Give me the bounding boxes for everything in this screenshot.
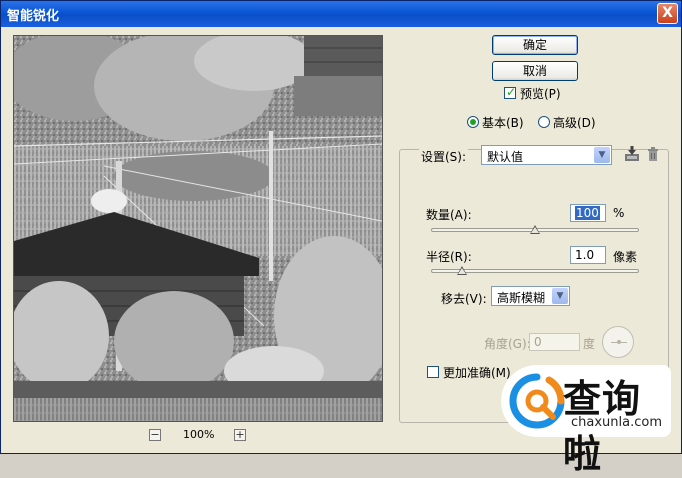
close-icon: X — [662, 5, 673, 21]
radius-label: 半径(R): — [426, 250, 472, 264]
amount-label: 数量(A): — [426, 208, 472, 222]
watermark: 查询啦 chaxunla.com — [501, 365, 671, 476]
remove-value: 高斯模糊 — [497, 291, 546, 305]
angle-label: 角度(G): — [484, 337, 531, 351]
preview-checkbox[interactable] — [504, 85, 516, 99]
preview-image[interactable] — [13, 35, 383, 422]
angle-input[interactable]: 0 — [529, 333, 580, 351]
angle-dial[interactable] — [602, 326, 634, 358]
chevron-down-icon: ▼ — [552, 288, 568, 304]
mode-basic-radio[interactable] — [467, 116, 479, 128]
zoom-controls: − 100% + — [1, 428, 401, 444]
zoom-out-button[interactable]: − — [149, 429, 161, 441]
trash-icon[interactable] — [645, 146, 661, 162]
mode-advanced-label: 高级(D) — [553, 116, 596, 130]
radius-input[interactable]: 1.0 — [570, 246, 606, 264]
watermark-domain: chaxunla.com — [571, 415, 662, 430]
plus-icon: + — [235, 428, 245, 441]
remove-label: 移去(V): — [441, 292, 487, 306]
preview-photo — [14, 36, 382, 421]
more-accurate-label: 更加准确(M) — [443, 366, 511, 380]
zoom-level: 100% — [183, 428, 215, 441]
watermark-logo-icon — [509, 373, 565, 429]
window-title: 智能锐化 — [7, 9, 60, 24]
settings-label: 设置(S): — [419, 148, 469, 165]
cancel-button[interactable]: 取消 — [492, 61, 578, 81]
amount-slider-thumb[interactable] — [530, 225, 540, 235]
save-preset-icon[interactable] — [624, 146, 640, 162]
amount-unit: % — [613, 206, 625, 220]
chevron-down-icon: ▼ — [594, 147, 610, 163]
radius-unit: 像素 — [613, 250, 638, 264]
minus-icon: − — [150, 428, 160, 441]
settings-select[interactable]: 默认值 ▼ — [481, 145, 612, 165]
angle-unit: 度 — [583, 337, 596, 351]
amount-value: 100 — [575, 206, 600, 220]
radius-value: 1.0 — [575, 248, 595, 262]
remove-select[interactable]: 高斯模糊 ▼ — [491, 286, 570, 306]
amount-input[interactable]: 100 — [570, 204, 606, 222]
mode-advanced-radio[interactable] — [538, 116, 550, 128]
mode-basic-label: 基本(B) — [482, 116, 524, 130]
zoom-in-button[interactable]: + — [234, 429, 246, 441]
more-accurate-checkbox[interactable] — [427, 366, 439, 378]
ok-button[interactable]: 确定 — [492, 35, 578, 55]
settings-value: 默认值 — [487, 150, 524, 164]
close-button[interactable]: X — [657, 3, 678, 24]
radius-slider-thumb[interactable] — [457, 266, 468, 276]
smart-sharpen-dialog: 智能锐化 X − 100% + 确定 取消 ✓ 预览(P) 基本(B) 高级(D… — [0, 0, 682, 476]
angle-value: 0 — [534, 335, 542, 349]
preview-label: 预览(P) — [520, 87, 561, 101]
title-bar: 智能锐化 X — [1, 1, 681, 27]
